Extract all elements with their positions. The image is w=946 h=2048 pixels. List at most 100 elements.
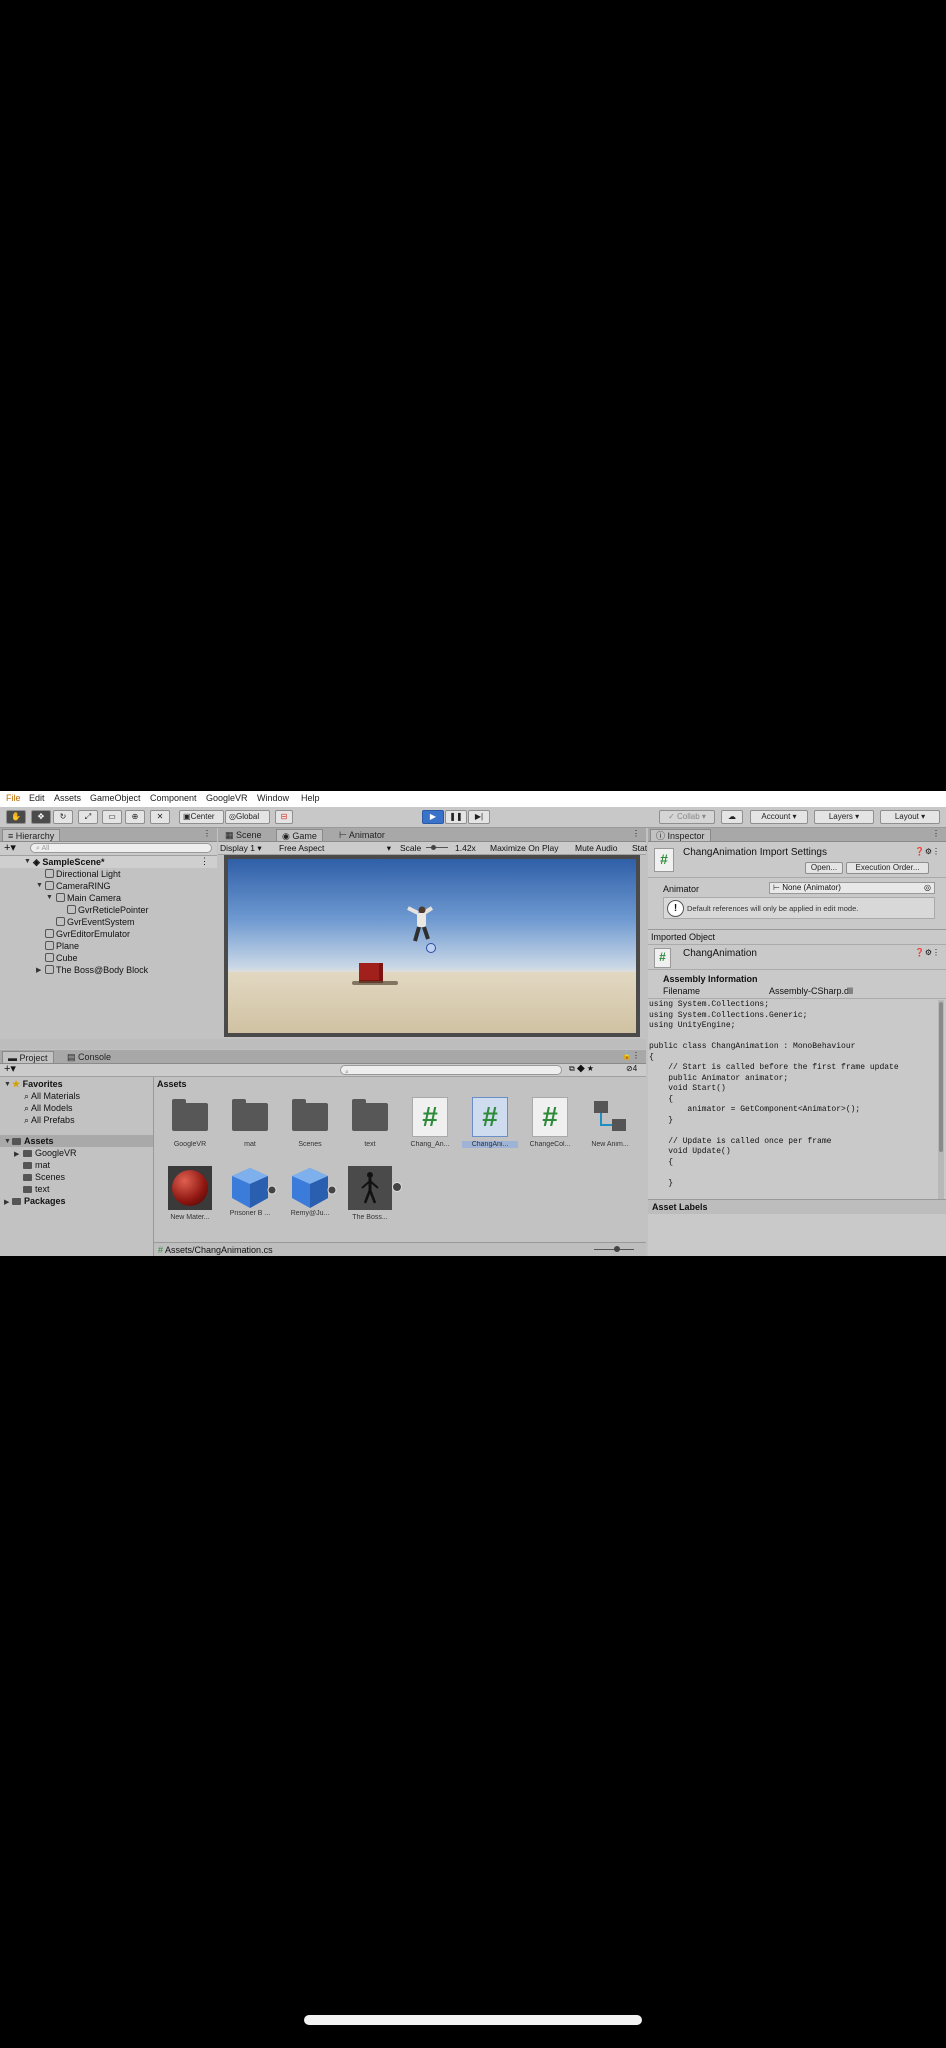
expand-arrow-icon[interactable]: ▼ <box>24 858 31 865</box>
asset-folder-item[interactable]: Scenes <box>23 1172 65 1182</box>
assets-root[interactable]: Assets <box>12 1136 54 1146</box>
rect-tool-button[interactable]: ▭ <box>102 810 122 824</box>
object-picker-icon[interactable]: ◎ <box>924 883 931 893</box>
scale-slider-thumb[interactable] <box>431 845 436 850</box>
hierarchy-item[interactable]: GvrEventSystem <box>56 917 135 927</box>
hierarchy-item[interactable]: CameraRING <box>45 881 111 891</box>
move-tool-button[interactable]: ✥ <box>31 810 51 824</box>
asset-item[interactable]: mat <box>222 1097 278 1148</box>
menu-file[interactable]: File <box>6 793 21 803</box>
transform-tool-button[interactable]: ⊕ <box>125 810 145 824</box>
asset-item[interactable]: New Mater... <box>162 1166 218 1221</box>
expand-arrow-icon[interactable]: ▼ <box>36 882 43 889</box>
hierarchy-scene-row[interactable]: ▼ ◈ SampleScene* ⋮ <box>0 856 217 868</box>
pivot-center-toggle[interactable]: ▣Center <box>179 810 224 824</box>
code-scrollbar[interactable] <box>938 1000 944 1199</box>
asset-folder-item[interactable]: GoogleVR <box>23 1148 77 1158</box>
cloud-button[interactable]: ☁ <box>721 810 743 824</box>
help-settings-icon[interactable]: ❓⚙⋮ <box>915 847 940 856</box>
menu-edit[interactable]: Edit <box>29 793 45 803</box>
collab-dropdown[interactable]: ✓ Collab ▾ <box>659 810 715 824</box>
animator-object-field[interactable]: ⊢ None (Animator) ◎ <box>769 882 935 894</box>
favorites-header[interactable]: ★ Favorites <box>12 1079 63 1090</box>
asset-folder-item[interactable]: mat <box>23 1160 50 1170</box>
display-dropdown[interactable]: Display 1 ▾ <box>220 842 262 854</box>
tab-console[interactable]: ▤ Console <box>62 1051 116 1063</box>
asset-item[interactable]: text <box>342 1097 398 1148</box>
menu-googlevr[interactable]: GoogleVR <box>206 793 248 803</box>
hierarchy-item[interactable]: Plane <box>45 941 79 951</box>
panel-menu-icon[interactable]: 🔒⋮ <box>622 1051 640 1060</box>
panel-menu-icon[interactable]: ⋮ <box>932 829 940 838</box>
asset-folder-item[interactable]: text <box>23 1184 50 1194</box>
asset-item[interactable]: Prisoner B ... <box>222 1166 278 1217</box>
create-plus-icon[interactable]: +▾ <box>4 1063 16 1075</box>
pause-button[interactable]: ❚❚ <box>445 810 467 824</box>
favorite-item[interactable]: ⌕ All Models <box>24 1103 73 1114</box>
asset-item[interactable]: # Chang_An... <box>402 1097 458 1148</box>
icon-size-slider-thumb[interactable] <box>614 1246 620 1252</box>
asset-item-selected[interactable]: # ChangAni... <box>462 1097 518 1148</box>
create-plus-icon[interactable]: +▾ <box>4 842 16 854</box>
step-button[interactable]: ▶| <box>468 810 490 824</box>
menu-help[interactable]: Help <box>301 793 320 803</box>
tab-game[interactable]: ◉ Game <box>276 829 323 841</box>
hidden-count-badge[interactable]: ⊘4 <box>626 1064 637 1073</box>
rotate-tool-button[interactable]: ↻ <box>53 810 73 824</box>
tab-animator[interactable]: ⊢ Animator <box>334 829 390 841</box>
snap-button[interactable]: ⊟ <box>275 810 293 824</box>
layers-dropdown[interactable]: Layers ▾ <box>814 810 874 824</box>
tab-hierarchy[interactable]: ≡ Hierarchy <box>2 829 61 841</box>
filter-icons[interactable]: ⧉ ◆ ★ <box>569 1064 594 1074</box>
menu-gameobject[interactable]: GameObject <box>90 793 141 803</box>
asset-labels-bar[interactable]: Asset Labels <box>648 1199 946 1214</box>
hierarchy-item[interactable]: Main Camera <box>56 893 121 903</box>
hierarchy-item[interactable]: Directional Light <box>45 869 121 879</box>
play-button[interactable]: ▶ <box>422 810 444 824</box>
favorite-item[interactable]: ⌕ All Materials <box>24 1091 80 1102</box>
favorite-item[interactable]: ⌕ All Prefabs <box>24 1115 75 1126</box>
asset-item[interactable]: New Anim... <box>582 1097 638 1148</box>
collapsed-arrow-icon[interactable]: ▶ <box>4 1198 9 1206</box>
asset-item[interactable]: # ChangeCol... <box>522 1097 578 1148</box>
scale-tool-button[interactable]: ⤢ <box>78 810 98 824</box>
stats-toggle[interactable]: Stat <box>632 842 647 854</box>
tab-project[interactable]: ▬ Project <box>2 1051 54 1063</box>
pivot-global-toggle[interactable]: ◎Global <box>225 810 270 824</box>
menu-window[interactable]: Window <box>257 793 289 803</box>
scene-menu-icon[interactable]: ⋮ <box>200 856 209 867</box>
layout-dropdown[interactable]: Layout ▾ <box>880 810 940 824</box>
maximize-on-play-toggle[interactable]: Maximize On Play <box>490 842 559 854</box>
tab-inspector[interactable]: ⓘ Inspector <box>650 829 711 841</box>
account-dropdown[interactable]: Account ▾ <box>750 810 808 824</box>
code-scrollbar-thumb[interactable] <box>939 1002 943 1152</box>
menu-component[interactable]: Component <box>150 793 197 803</box>
panel-menu-icon[interactable]: ⋮ <box>632 829 640 838</box>
asset-item[interactable]: GoogleVR <box>162 1097 218 1148</box>
menu-assets[interactable]: Assets <box>54 793 81 803</box>
asset-item[interactable]: Remy@Ju... <box>282 1166 338 1217</box>
component-settings-icon[interactable]: ❓⚙⋮ <box>915 948 940 957</box>
game-viewport[interactable] <box>228 859 636 1033</box>
scale-slider[interactable] <box>426 847 448 848</box>
hierarchy-item[interactable]: GvrEditorEmulator <box>45 929 130 939</box>
project-search-input[interactable]: ⌕ <box>340 1065 562 1076</box>
expand-arrow-icon[interactable]: ▼ <box>4 1138 11 1145</box>
asset-item[interactable]: The Boss... <box>342 1166 402 1221</box>
hand-tool-button[interactable]: ✋ <box>6 810 26 824</box>
expand-arrow-icon[interactable]: ▼ <box>46 894 53 901</box>
hierarchy-search-input[interactable]: ⌕ All <box>30 843 212 853</box>
tab-scene[interactable]: ▦ Scene <box>220 829 267 841</box>
custom-tool-button[interactable]: ✕ <box>150 810 170 824</box>
execution-order-button[interactable]: Execution Order... <box>846 862 929 874</box>
packages-root[interactable]: Packages <box>12 1196 66 1206</box>
panel-menu-icon[interactable]: ⋮ <box>203 829 211 838</box>
hierarchy-item[interactable]: GvrReticlePointer <box>67 905 149 915</box>
mute-audio-toggle[interactable]: Mute Audio <box>575 842 618 854</box>
hierarchy-item[interactable]: Cube <box>45 953 78 963</box>
collapsed-arrow-icon[interactable]: ▶ <box>14 1150 19 1158</box>
collapsed-arrow-icon[interactable]: ▶ <box>36 966 41 974</box>
panel-splitter[interactable] <box>0 1039 646 1049</box>
expand-arrow-icon[interactable]: ▼ <box>4 1081 11 1088</box>
open-button[interactable]: Open... <box>805 862 843 874</box>
